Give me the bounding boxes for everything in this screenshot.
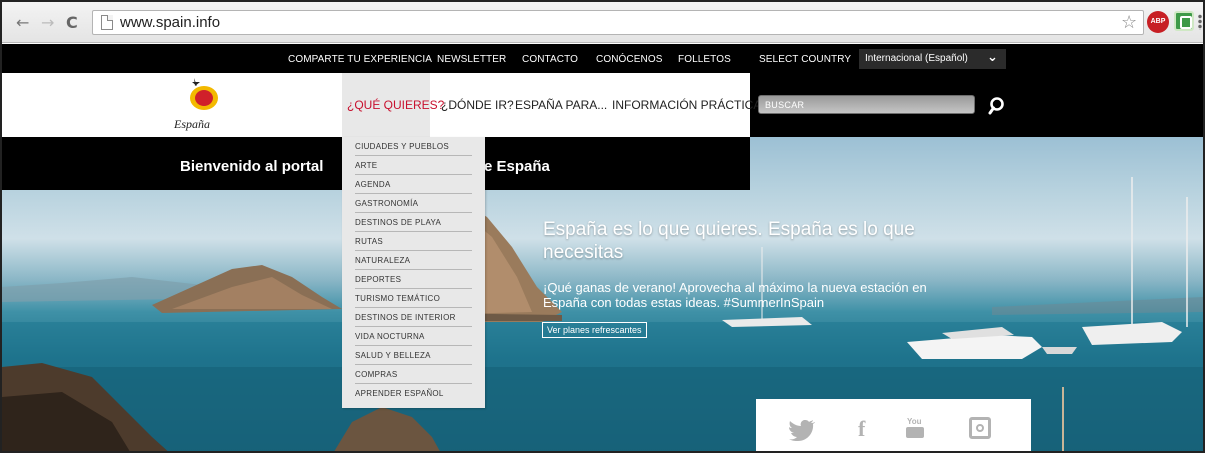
nav-donde-ir[interactable]: ¿DÓNDE IR? [441, 98, 514, 112]
youtube-tube-shape [906, 427, 924, 438]
youtube-icon[interactable]: You [906, 417, 924, 439]
hero-cta-button[interactable]: Ver planes refrescantes [542, 322, 647, 338]
dropdown-item-label: DEPORTES [355, 275, 402, 284]
facebook-icon[interactable]: f [858, 416, 865, 442]
dropdown-item[interactable]: GASTRONOMÍA [342, 194, 485, 213]
adblock-icon[interactable]: ABP [1147, 11, 1169, 33]
select-country-label: SELECT COUNTRY [759, 54, 852, 65]
dropdown-item-label: TURISMO TEMÁTICO [355, 294, 441, 303]
chevron-down-icon: ⌄ [987, 50, 998, 65]
dropdown-item-label: VIDA NOCTURNA [355, 332, 425, 341]
instagram-lens [976, 424, 984, 432]
dropdown-item[interactable]: RUTAS [342, 232, 485, 251]
dropdown-item[interactable]: TURISMO TEMÁTICO [342, 289, 485, 308]
dropdown-item[interactable]: COMPRAS [342, 365, 485, 384]
welcome-text-right: e España [484, 158, 550, 175]
forward-icon[interactable]: → [41, 13, 54, 32]
link-newsletter[interactable]: NEWSLETTER [437, 54, 506, 65]
logo-text: España [173, 117, 210, 131]
url-text[interactable]: www.spain.info [120, 14, 220, 31]
search-icon[interactable] [988, 96, 1008, 116]
link-conocenos[interactable]: CONÓCENOS [596, 54, 662, 65]
nav-que-quieres[interactable]: ¿QUÉ QUIERES? [347, 98, 444, 112]
twitter-icon[interactable] [788, 419, 816, 441]
link-folletos[interactable]: FOLLETOS [678, 54, 731, 65]
browser-toolbar: ← → C www.spain.info ☆ ABP [2, 2, 1203, 43]
dropdown-item-label: COMPRAS [355, 370, 398, 379]
link-comparte[interactable]: COMPARTE TU EXPERIENCIA [288, 54, 432, 65]
dropdown-item-label: GASTRONOMÍA [355, 199, 419, 208]
dropdown-item[interactable]: VIDA NOCTURNA [342, 327, 485, 346]
youtube-label: You [907, 417, 922, 426]
dropdown-item-label: CIUDADES Y PUEBLOS [355, 142, 450, 151]
back-icon[interactable]: ← [16, 13, 29, 32]
dropdown-item[interactable]: DESTINOS DE INTERIOR [342, 308, 485, 327]
dropdown-item[interactable]: DESTINOS DE PLAYA [342, 213, 485, 232]
dropdown-item[interactable]: NATURALEZA [342, 251, 485, 270]
dropdown-item-label: DESTINOS DE INTERIOR [355, 313, 456, 322]
site-top-bar: COMPARTE TU EXPERIENCIA NEWSLETTER CONTA… [2, 44, 1203, 73]
dropdown-item-label: DESTINOS DE PLAYA [355, 218, 442, 227]
dropdown-item-label: NATURALEZA [355, 256, 411, 265]
dropdown-item[interactable]: APRENDER ESPAÑOL [342, 384, 485, 403]
dropdown-item-label: APRENDER ESPAÑOL [355, 389, 444, 398]
bookmark-star-icon[interactable]: ☆ [1121, 12, 1137, 33]
hero-subtitle: ¡Qué ganas de verano! Aprovecha al máxim… [543, 280, 927, 310]
browser-menu-icon[interactable] [1198, 14, 1202, 30]
instagram-icon[interactable] [969, 417, 991, 439]
address-bar[interactable]: www.spain.info ☆ [92, 10, 1144, 35]
dropdown-item-label: SALUD Y BELLEZA [355, 351, 431, 360]
dropdown-item[interactable]: AGENDA [342, 175, 485, 194]
search-placeholder: BUSCAR [765, 100, 805, 110]
dropdown-item[interactable]: CIUDADES Y PUEBLOS [342, 137, 485, 156]
country-select[interactable]: Internacional (Español) ⌄ [859, 49, 1006, 69]
dropdown-item-label: AGENDA [355, 180, 391, 189]
welcome-text-left: Bienvenido al portal [180, 158, 324, 175]
page-icon [101, 15, 113, 30]
search-input[interactable]: BUSCAR [758, 95, 975, 114]
dropdown-item[interactable]: DEPORTES [342, 270, 485, 289]
reload-icon[interactable]: C [66, 13, 78, 32]
social-bar: f You [756, 399, 1031, 451]
nav-espana-para[interactable]: ESPAÑA PARA... [515, 98, 607, 112]
dropdown-item[interactable]: SALUD Y BELLEZA [342, 346, 485, 365]
dropdown-item[interactable]: ARTE [342, 156, 485, 175]
country-select-value: Internacional (Español) [865, 53, 968, 64]
espana-logo[interactable]: España [170, 76, 240, 134]
hero-title: España es lo que quieres. España es lo q… [543, 219, 915, 263]
link-contacto[interactable]: CONTACTO [522, 54, 578, 65]
browser-window: ← → C www.spain.info ☆ ABP COMPARTE TU E… [0, 0, 1205, 453]
que-quieres-dropdown: CIUDADES Y PUEBLOS ARTE AGENDA GASTRONOM… [342, 137, 485, 408]
dropdown-item-label: ARTE [355, 161, 378, 170]
extension-icon[interactable] [1174, 11, 1194, 31]
nav-informacion-practica[interactable]: INFORMACIÓN PRÁCTICA [612, 98, 761, 112]
dropdown-item-label: RUTAS [355, 237, 384, 246]
